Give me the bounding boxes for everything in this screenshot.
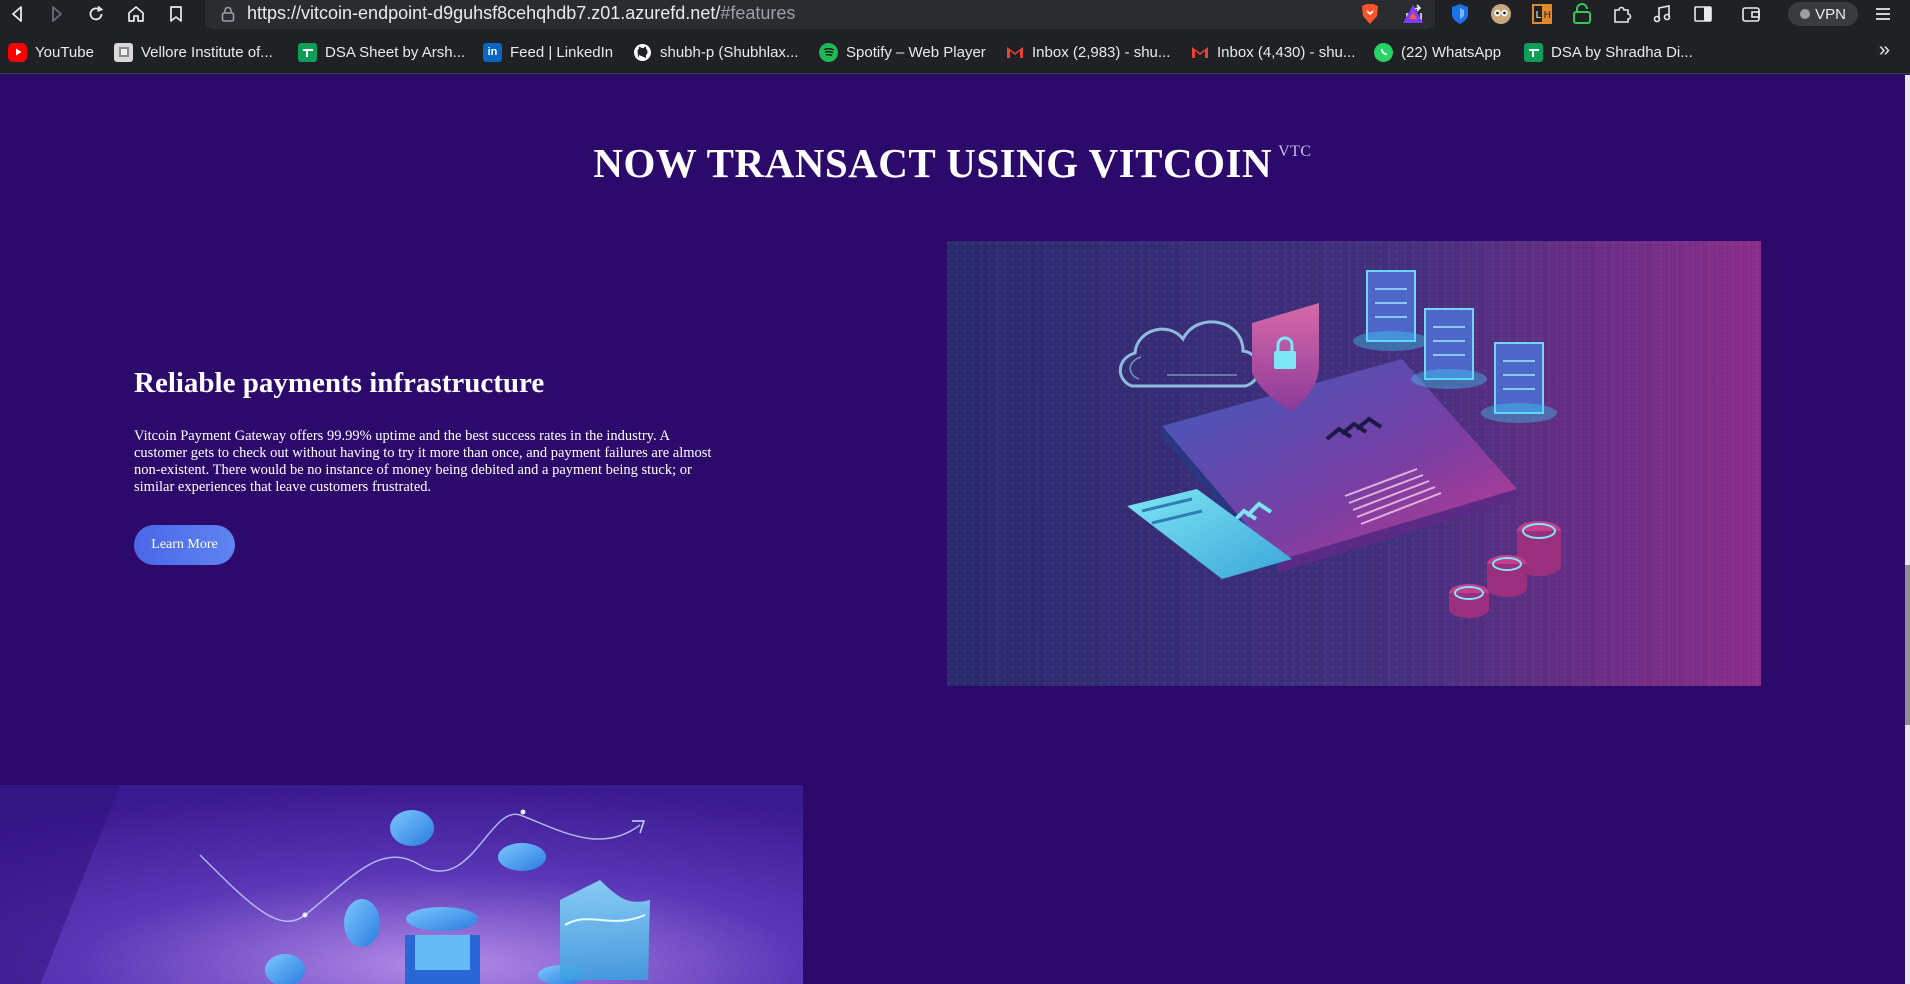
whatsapp-icon — [1374, 42, 1393, 62]
scrollbar-thumb[interactable] — [1905, 565, 1910, 725]
bookmark-label: (22) WhatsApp — [1401, 43, 1502, 61]
bookmark-label: Spotify – Web Player — [846, 43, 986, 61]
url-text[interactable]: https://vitcoin-endpoint-d9guhsf8cehqhdb… — [247, 3, 795, 24]
forward-icon[interactable] — [38, 0, 74, 27]
bookmark-inbox-1[interactable]: Inbox (2,983) - shu... — [1005, 41, 1170, 63]
extension-lock-icon[interactable] — [1569, 2, 1595, 26]
svg-text:L: L — [1536, 10, 1542, 21]
vpn-button[interactable]: VPN — [1788, 2, 1858, 26]
home-icon[interactable] — [118, 0, 154, 27]
brave-rewards-icon[interactable] — [1400, 2, 1426, 26]
sheets-icon — [298, 42, 317, 62]
hero-title-superscript: VTC — [1278, 143, 1312, 160]
payment-infrastructure-illustration — [947, 241, 1761, 686]
svg-text:H: H — [1544, 10, 1552, 21]
extension-owl-icon[interactable] — [1488, 2, 1514, 26]
extension-shield-icon[interactable] — [1447, 2, 1473, 26]
page-scrollbar[interactable] — [1905, 75, 1910, 984]
extensions-puzzle-icon[interactable] — [1609, 2, 1635, 26]
linkedin-icon: in — [483, 42, 502, 62]
lock-icon — [221, 6, 235, 22]
bookmark-whatsapp[interactable]: (22) WhatsApp — [1374, 41, 1501, 63]
bookmark-label: Inbox (2,983) - shu... — [1032, 43, 1171, 61]
reload-icon[interactable] — [78, 0, 114, 27]
extension-lh-icon[interactable]: LH — [1529, 2, 1555, 26]
bookmark-dsa-arsh[interactable]: DSA Sheet by Arsh... — [298, 41, 465, 63]
hero-title: NOW TRANSACT USING VITCOIN VTC — [0, 139, 1905, 187]
hero-title-text: NOW TRANSACT USING VITCOIN — [593, 140, 1273, 186]
feature-description: Vitcoin Payment Gateway offers 99.99% up… — [134, 428, 712, 495]
spotify-icon — [819, 42, 838, 62]
wallet-icon[interactable] — [1738, 2, 1764, 26]
growth-coins-illustration — [0, 785, 803, 984]
bookmark-label: DSA by Shradha Di... — [1551, 43, 1693, 61]
bookmark-label: Feed | LinkedIn — [510, 43, 614, 61]
back-icon[interactable] — [0, 0, 36, 27]
bookmark-label: Vellore Institute of... — [141, 43, 273, 61]
bookmark-spotify[interactable]: Spotify – Web Player — [819, 41, 986, 63]
bookmarks-overflow-button[interactable]: » — [1879, 39, 1890, 62]
bookmark-dsa-shradha[interactable]: DSA by Shradha Di... — [1524, 41, 1693, 63]
gmail-icon — [1005, 43, 1024, 62]
vit-icon — [114, 42, 133, 62]
address-bar[interactable]: https://vitcoin-endpoint-d9guhsf8cehqhdb… — [205, 0, 1435, 29]
menu-icon[interactable] — [1870, 2, 1896, 26]
bookmark-label: DSA Sheet by Arsh... — [325, 43, 466, 61]
bookmark-label: YouTube — [35, 43, 94, 61]
bookmark-icon[interactable] — [158, 0, 194, 27]
brave-shield-icon[interactable] — [1357, 2, 1383, 26]
bookmark-vit[interactable]: Vellore Institute of... — [114, 41, 273, 63]
bookmark-linkedin[interactable]: in Feed | LinkedIn — [483, 41, 613, 63]
youtube-icon — [8, 42, 27, 62]
bookmark-github[interactable]: shubh-p (Shubhlax... — [633, 41, 798, 63]
learn-more-button[interactable]: Learn More — [134, 525, 235, 565]
github-icon — [633, 43, 652, 62]
media-music-icon[interactable] — [1649, 2, 1675, 26]
vpn-label: VPN — [1815, 5, 1846, 23]
gmail-icon — [1190, 43, 1209, 62]
vpn-status-dot — [1800, 9, 1811, 19]
bookmark-youtube[interactable]: YouTube — [8, 41, 94, 63]
bookmark-inbox-2[interactable]: Inbox (4,430) - shu... — [1190, 41, 1355, 63]
feature-title: Reliable payments infrastructure — [134, 367, 545, 399]
browser-toolbar: https://vitcoin-endpoint-d9guhsf8cehqhdb… — [0, 0, 1910, 31]
sidebar-toggle-icon[interactable] — [1690, 2, 1716, 26]
page-content: NOW TRANSACT USING VITCOIN VTC Reliable p… — [0, 75, 1905, 984]
bookmarks-bar: YouTube Vellore Institute of... DSA Shee… — [0, 31, 1910, 74]
bookmark-label: shubh-p (Shubhlax... — [660, 43, 799, 61]
sheets-icon — [1524, 42, 1543, 62]
bookmark-label: Inbox (4,430) - shu... — [1217, 43, 1356, 61]
